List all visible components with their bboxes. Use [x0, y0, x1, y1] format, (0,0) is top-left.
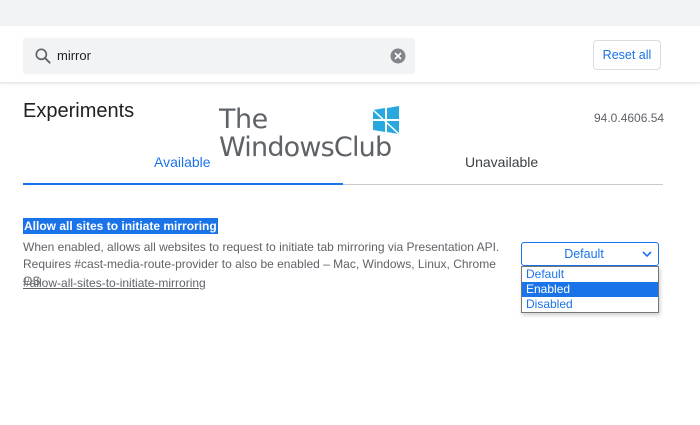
- watermark-line2: WindowsClub: [219, 132, 392, 163]
- flag-state-select[interactable]: Default: [521, 242, 659, 266]
- select-current-value: Default: [564, 247, 604, 261]
- flag-permalink[interactable]: #allow-all-sites-to-initiate-mirroring: [23, 276, 206, 290]
- watermark-line1: The: [219, 104, 268, 135]
- active-tab-indicator: [23, 183, 343, 185]
- version-label: 94.0.4606.54: [594, 111, 665, 125]
- chevron-down-icon: [642, 251, 652, 258]
- flag-title: Allow all sites to initiate mirroring: [23, 218, 218, 234]
- tab-unavailable[interactable]: Unavailable: [465, 154, 538, 170]
- windows-logo-icon: [372, 106, 400, 134]
- reset-all-button[interactable]: Reset all: [593, 40, 661, 70]
- header-bar: mirror Reset all: [0, 26, 700, 83]
- select-dropdown-list: Default Enabled Disabled: [521, 266, 659, 313]
- page-title: Experiments: [23, 100, 135, 122]
- browser-top-strip: [0, 0, 700, 26]
- clear-icon[interactable]: [390, 48, 406, 64]
- option-disabled[interactable]: Disabled: [522, 297, 658, 312]
- option-enabled[interactable]: Enabled: [522, 282, 658, 297]
- search-input[interactable]: mirror: [23, 38, 415, 74]
- watermark-logo: The WindowsClub: [219, 104, 419, 164]
- flag-description-line1: When enabled, allows all websites to req…: [23, 240, 500, 254]
- search-icon: [35, 48, 51, 64]
- option-default[interactable]: Default: [522, 267, 658, 282]
- tab-available[interactable]: Available: [154, 154, 211, 170]
- search-input-value: mirror: [57, 48, 91, 63]
